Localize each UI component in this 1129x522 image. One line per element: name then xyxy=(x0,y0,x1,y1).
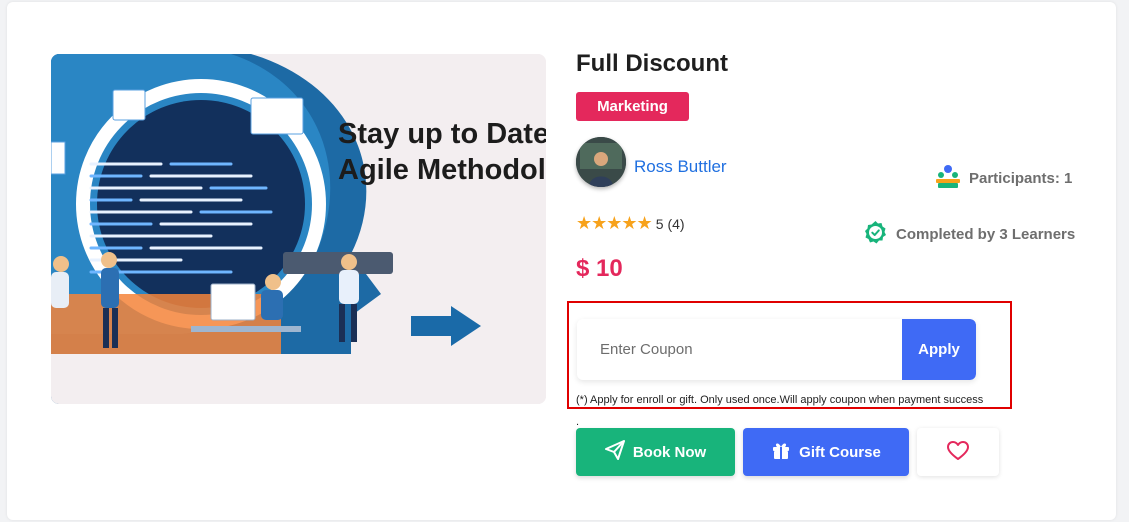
completed-info: Completed by 3 Learners xyxy=(863,220,1075,249)
paper-plane-icon xyxy=(604,440,625,464)
course-rating: ★★★★★ 5 (4) xyxy=(576,213,685,234)
coupon-note: (*) Apply for enroll or gift. Only used … xyxy=(576,394,984,428)
gift-icon xyxy=(771,440,791,464)
coupon-input[interactable] xyxy=(577,319,902,380)
rating-value: 5 xyxy=(655,215,664,232)
apply-coupon-button[interactable]: Apply xyxy=(902,319,976,380)
wishlist-button[interactable] xyxy=(917,428,999,476)
rating-count: (4) xyxy=(667,215,685,232)
star-rating-icon: ★★★★★ xyxy=(576,213,653,233)
completed-label: Completed by 3 Learners xyxy=(896,226,1076,243)
verified-badge-icon xyxy=(863,220,888,249)
gift-course-label: Gift Course xyxy=(799,443,881,461)
gift-course-button[interactable]: Gift Course xyxy=(743,428,909,476)
coupon-form: Apply xyxy=(577,319,976,380)
participants-info: Participants: 1 xyxy=(935,163,1072,193)
instructor-avatar[interactable] xyxy=(576,137,626,187)
participants-label: Participants: 1 xyxy=(969,169,1073,187)
book-now-button[interactable]: Book Now xyxy=(576,428,735,476)
participants-icon xyxy=(935,163,961,193)
course-price: $ 10 xyxy=(576,255,623,282)
instructor-name-link[interactable]: Ross Buttler xyxy=(634,157,727,177)
course-image-caption: Stay up to Date Agile Methodol xyxy=(338,118,546,186)
book-now-label: Book Now xyxy=(632,443,707,461)
course-title: Full Discount xyxy=(576,50,728,77)
heart-icon xyxy=(947,440,969,464)
course-image: Stay up to Date Agile Methodol xyxy=(51,54,546,404)
category-badge[interactable]: Marketing xyxy=(576,92,689,121)
